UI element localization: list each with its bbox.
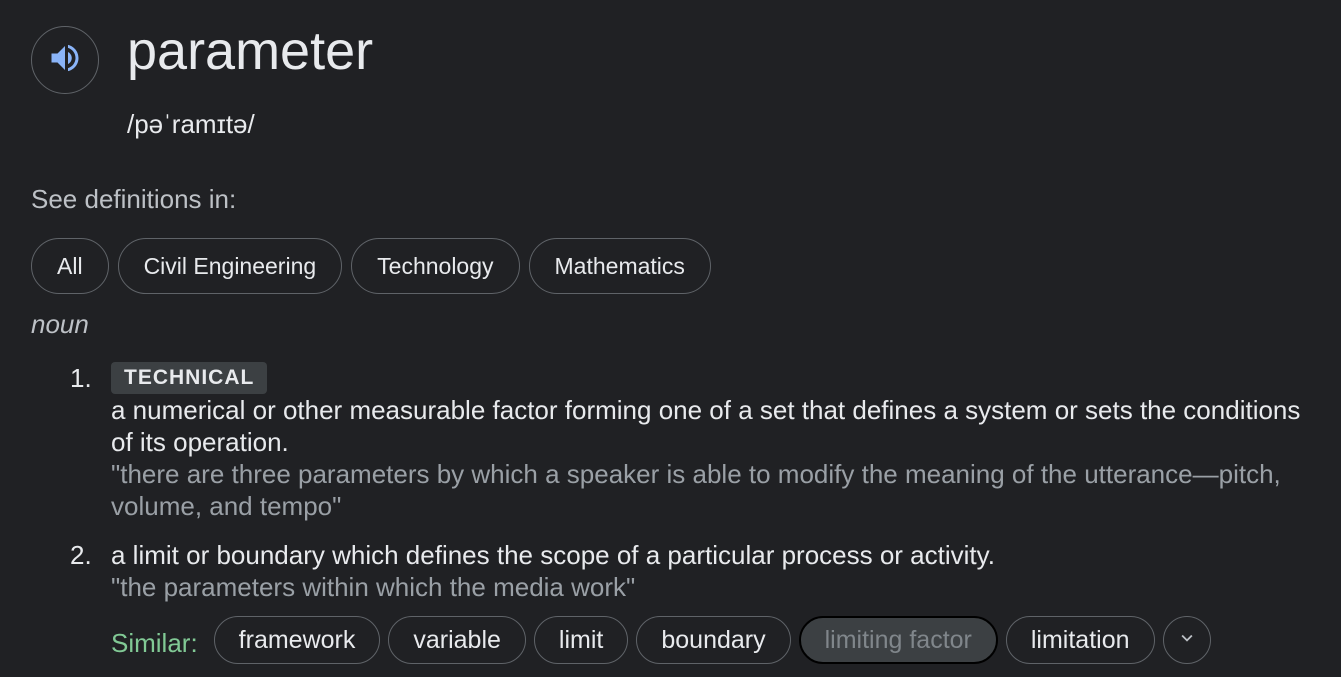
definition-number: 1.	[70, 363, 92, 393]
definition-example: "the parameters within which the media w…	[111, 572, 636, 602]
similar-label: Similar:	[111, 627, 198, 658]
definition-list: 1. TECHNICAL a numerical or other measur…	[70, 362, 1320, 603]
register-tag: TECHNICAL	[111, 362, 268, 394]
headword: parameter	[127, 21, 374, 81]
chip-mathematics[interactable]: Mathematics	[528, 238, 711, 294]
definition-text: a numerical or other measurable factor f…	[111, 395, 1301, 457]
similar-chip-framework[interactable]: framework	[213, 616, 381, 664]
similar-chip-limiting-factor[interactable]: limiting factor	[798, 616, 998, 664]
volume-up-icon	[47, 40, 83, 81]
similar-words: Similar: framework variable limit bounda…	[111, 616, 1211, 664]
similar-chip-limitation[interactable]: limitation	[1005, 616, 1155, 664]
definition-number: 2.	[70, 540, 92, 570]
similar-chip-boundary[interactable]: boundary	[636, 616, 791, 664]
chevron-down-icon	[1176, 627, 1198, 654]
phonetic-spelling: /pəˈramɪtə/	[127, 109, 255, 139]
chip-all[interactable]: All	[31, 238, 109, 294]
chip-technology[interactable]: Technology	[351, 238, 520, 294]
definition-example: "there are three parameters by which a s…	[111, 459, 1281, 521]
similar-chip-variable[interactable]: variable	[388, 616, 526, 664]
similar-chip-limit[interactable]: limit	[533, 616, 629, 664]
see-definitions-label: See definitions in:	[31, 184, 237, 214]
domain-chips: All Civil Engineering Technology Mathema…	[31, 238, 711, 294]
pronunciation-button[interactable]	[31, 26, 99, 94]
chip-civil-engineering[interactable]: Civil Engineering	[117, 238, 343, 294]
definition-text: a limit or boundary which defines the sc…	[111, 540, 995, 570]
expand-similar-button[interactable]	[1162, 616, 1211, 664]
definition-item: 2. a limit or boundary which defines the…	[70, 539, 1320, 603]
definition-item: 1. TECHNICAL a numerical or other measur…	[70, 362, 1320, 522]
part-of-speech: noun	[31, 309, 89, 339]
